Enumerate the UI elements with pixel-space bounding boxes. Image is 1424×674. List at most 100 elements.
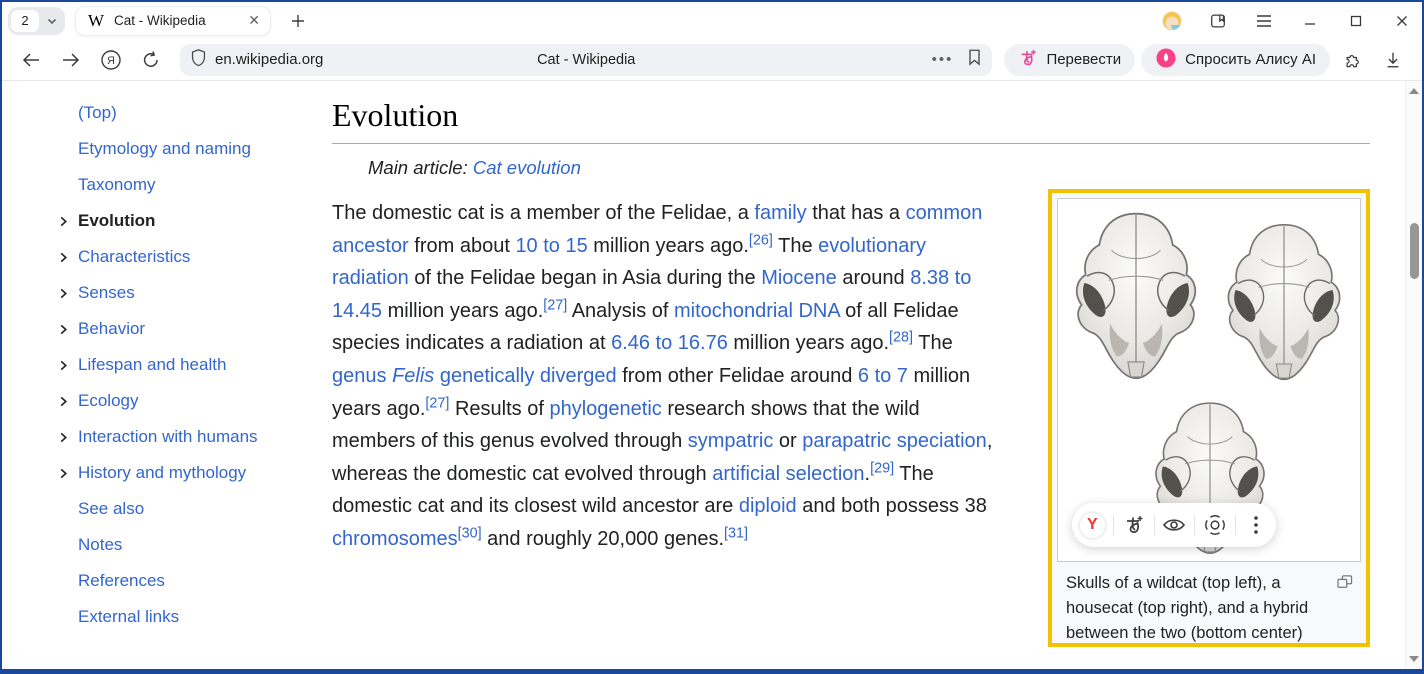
- scroll-up-arrow[interactable]: [1409, 88, 1419, 94]
- reference-anchor[interactable]: [29]: [870, 460, 894, 476]
- reference-anchor[interactable]: [28]: [889, 330, 913, 346]
- ask-alice-button[interactable]: Спросить Алису AI: [1141, 44, 1330, 76]
- sidebar-item-references[interactable]: References: [58, 563, 332, 599]
- forward-button[interactable]: [54, 44, 88, 76]
- yandex-button[interactable]: Я: [94, 44, 128, 76]
- chevron-right-icon[interactable]: [58, 432, 78, 443]
- article-link[interactable]: family: [754, 202, 806, 224]
- more-options-icon[interactable]: [1243, 512, 1269, 538]
- article-link[interactable]: 6 to 7: [858, 365, 908, 387]
- image-search-icon[interactable]: [1202, 512, 1228, 538]
- sidebar-item-top[interactable]: (Top): [58, 95, 332, 131]
- sidebar-item-notes[interactable]: Notes: [58, 527, 332, 563]
- chevron-right-icon[interactable]: [58, 252, 78, 263]
- tab-cat-wikipedia[interactable]: W Cat - Wikipedia ✕: [75, 6, 271, 36]
- sidebar-item-see-also[interactable]: See also: [58, 491, 332, 527]
- sidebar-item-characteristics[interactable]: Characteristics: [58, 239, 332, 275]
- article-link[interactable]: chromosomes: [332, 528, 458, 550]
- article-link[interactable]: Felis: [392, 365, 434, 387]
- article-link[interactable]: parapatric speciation: [802, 430, 987, 452]
- scroll-thumb[interactable]: [1410, 223, 1419, 279]
- panels-icon[interactable]: [1208, 11, 1228, 31]
- tab-list-chevron-icon[interactable]: [39, 7, 65, 35]
- sidebar-item-ecology[interactable]: Ecology: [58, 383, 332, 419]
- tab-counter[interactable]: 2: [11, 10, 39, 32]
- article-link[interactable]: diploid: [739, 495, 797, 517]
- yandex-logo-icon[interactable]: Y: [1079, 512, 1106, 539]
- skulls-figure[interactable]: Y: [1048, 189, 1370, 647]
- image-translate-icon[interactable]: [1121, 512, 1147, 538]
- reference-link: [29]: [870, 460, 894, 476]
- tab-strip: 2 W Cat - Wikipedia ✕: [2, 2, 1422, 39]
- reload-button[interactable]: [134, 44, 168, 76]
- article-link[interactable]: artificial selection: [712, 463, 864, 485]
- reference-link: [27]: [425, 395, 449, 411]
- scroll-down-arrow[interactable]: [1409, 656, 1419, 662]
- sidebar-item-etymology-and-naming[interactable]: Etymology and naming: [58, 131, 332, 167]
- sidebar-item-label: References: [78, 571, 165, 591]
- reference-anchor[interactable]: [27]: [425, 395, 449, 411]
- reference-anchor[interactable]: [30]: [458, 525, 482, 541]
- chevron-right-icon[interactable]: [58, 288, 78, 299]
- menu-icon[interactable]: [1254, 11, 1274, 31]
- chevron-right-icon[interactable]: [58, 360, 78, 371]
- reference-anchor[interactable]: [26]: [749, 232, 773, 248]
- tab-close-icon[interactable]: ✕: [248, 12, 260, 29]
- extensions-icon[interactable]: [1336, 44, 1370, 76]
- reference-anchor[interactable]: [27]: [543, 297, 567, 313]
- article-link[interactable]: genus: [332, 365, 387, 387]
- article-link[interactable]: phylogenetic: [549, 398, 661, 420]
- sidebar-item-label: Taxonomy: [78, 175, 155, 195]
- sidebar-item-history-and-mythology[interactable]: History and mythology: [58, 455, 332, 491]
- toc-sidebar: (Top) Etymology and naming Taxonomy Evoluti…: [2, 81, 332, 669]
- article-link[interactable]: mitochondrial DNA: [674, 300, 840, 322]
- sidebar-item-label: Lifespan and health: [78, 355, 226, 375]
- chevron-right-icon[interactable]: [58, 396, 78, 407]
- sidebar-item-interaction-with-humans[interactable]: Interaction with humans: [58, 419, 332, 455]
- tab-counter-group[interactable]: 2: [8, 7, 65, 35]
- alice-icon: [1155, 47, 1177, 73]
- article-text: million years ago.: [728, 332, 889, 354]
- sidebar-item-senses[interactable]: Senses: [58, 275, 332, 311]
- translate-button[interactable]: Перевести: [1004, 44, 1135, 76]
- chevron-right-icon[interactable]: [58, 468, 78, 479]
- url-text[interactable]: en.wikipedia.org: [215, 51, 323, 68]
- back-button[interactable]: [14, 44, 48, 76]
- downloads-icon[interactable]: [1376, 44, 1410, 76]
- shield-icon[interactable]: [190, 48, 207, 72]
- sidebar-item-external-links[interactable]: External links: [58, 599, 332, 635]
- chevron-right-icon[interactable]: [58, 324, 78, 335]
- profile-avatar[interactable]: [1162, 11, 1182, 31]
- sidebar-item-behavior[interactable]: Behavior: [58, 311, 332, 347]
- tab-title: Cat - Wikipedia: [114, 13, 238, 28]
- sidebar-item-label: Evolution: [78, 211, 155, 231]
- article-text: of the Felidae began in Asia during the: [409, 267, 761, 289]
- article-link[interactable]: Miocene: [761, 267, 837, 289]
- sidebar-item-taxonomy[interactable]: Taxonomy: [58, 167, 332, 203]
- new-tab-button[interactable]: [285, 8, 311, 34]
- heading-rule: [332, 143, 1370, 144]
- more-actions-icon[interactable]: •••: [932, 51, 954, 68]
- chevron-right-icon[interactable]: [58, 216, 78, 227]
- reference-anchor[interactable]: [31]: [724, 525, 748, 541]
- address-bar[interactable]: en.wikipedia.org Cat - Wikipedia •••: [180, 44, 992, 76]
- sidebar-item-label: (Top): [78, 103, 117, 123]
- reference-link: [30]: [458, 525, 482, 541]
- sidebar-item-evolution[interactable]: Evolution: [58, 203, 332, 239]
- maximize-icon[interactable]: [1346, 11, 1366, 31]
- enlarge-icon[interactable]: [1337, 572, 1353, 597]
- vertical-scrollbar[interactable]: [1405, 81, 1422, 669]
- close-window-icon[interactable]: [1392, 11, 1412, 31]
- article-link[interactable]: 10 to 15: [515, 235, 587, 257]
- article-link[interactable]: genetically diverged: [440, 365, 617, 387]
- minimize-icon[interactable]: [1300, 11, 1320, 31]
- article-link[interactable]: sympatric: [688, 430, 774, 452]
- hatnote-link[interactable]: Cat evolution: [473, 157, 581, 178]
- article-link[interactable]: 6.46 to 16.76: [611, 332, 728, 354]
- sidebar-item-label: Behavior: [78, 319, 145, 339]
- svg-text:Я: Я: [107, 55, 115, 67]
- sidebar-item-lifespan-and-health[interactable]: Lifespan and health: [58, 347, 332, 383]
- bookmark-icon[interactable]: [967, 48, 982, 71]
- skulls-image[interactable]: Y: [1057, 198, 1361, 562]
- preview-eye-icon[interactable]: [1161, 512, 1187, 538]
